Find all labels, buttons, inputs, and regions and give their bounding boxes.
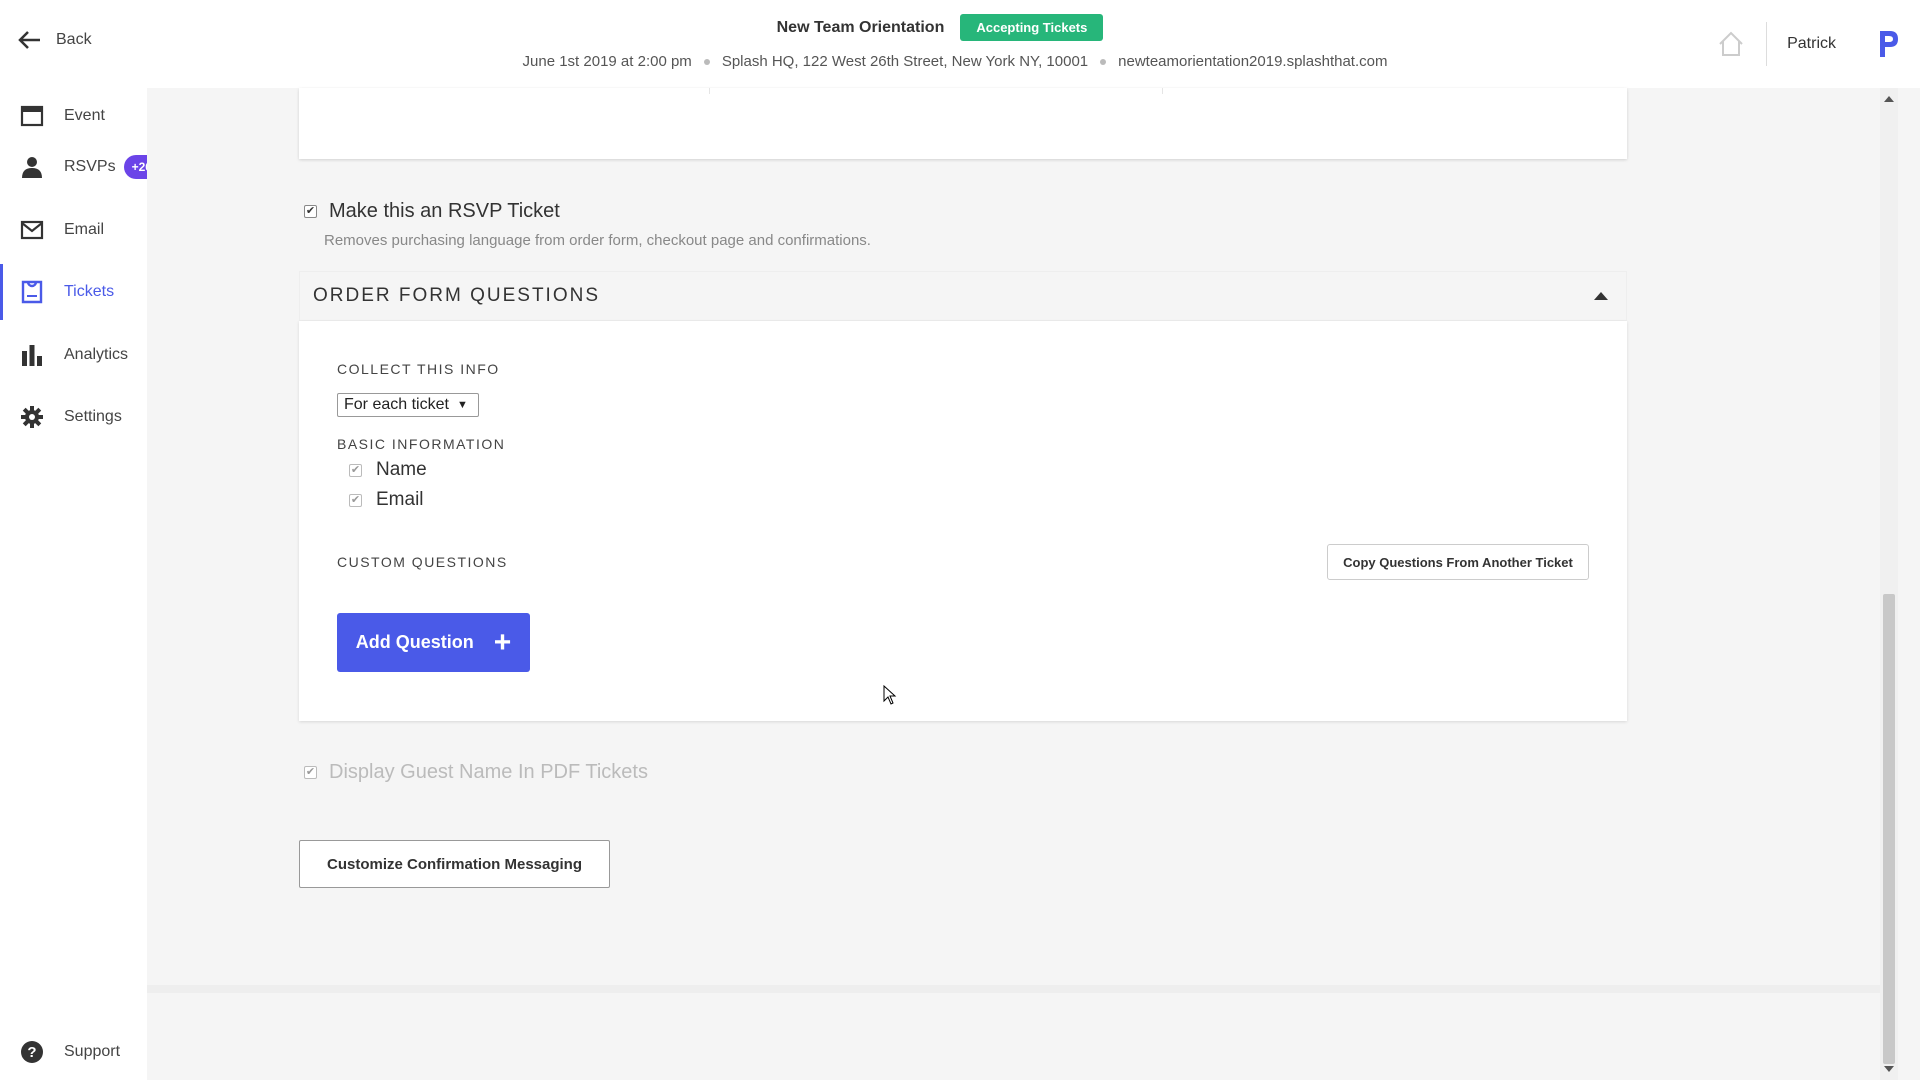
sidebar-item-event[interactable]: Event [0,88,147,144]
plus-icon: + [493,625,512,659]
column-divider [1162,88,1163,94]
scroll-down-icon[interactable] [1884,1066,1894,1072]
sidebar-item-label: Email [64,221,105,238]
page-scrollbar[interactable] [1880,88,1898,1080]
rsvp-ticket-option: ✔ Make this an RSVP Ticket [304,200,560,223]
custom-questions-label: CUSTOM QUESTIONS [337,554,508,570]
pdf-guest-name-label: Display Guest Name In PDF Tickets [329,761,648,783]
order-form-questions-panel: COLLECT THIS INFO For each ticket ▼ BASI… [299,321,1627,721]
svg-text:?: ? [27,1044,36,1061]
sidebar-item-email[interactable]: Email [0,202,147,258]
home-icon[interactable] [1716,29,1746,59]
pdf-guest-name-option: ✔ Display Guest Name In PDF Tickets [304,761,648,784]
footer-divider [147,985,1880,993]
gear-icon [21,406,43,428]
basic-item-label: Email [376,489,424,510]
support-link[interactable]: ? Support [0,1024,147,1080]
collect-info-select[interactable]: For each ticket ▼ [337,393,479,417]
add-question-label: Add Question [355,632,474,652]
main-content: ✔ Make this an RSVP Ticket Removes purch… [147,88,1880,1080]
sidebar-item-tickets[interactable]: Tickets [0,264,147,320]
user-icon [22,157,42,178]
bar-chart-icon [22,345,42,366]
sidebar-item-label: Tickets [64,283,115,300]
header-divider [1766,22,1768,66]
event-meta: June 1st 2019 at 2:00 pm Splash HQ, 122 … [0,53,1920,70]
order-form-questions-header[interactable]: ORDER FORM QUESTIONS [299,271,1627,321]
basic-item-email: ✔ Email [349,489,424,511]
sidebar-item-rsvps[interactable]: RSVPs +26 [0,139,160,195]
calendar-icon [20,105,44,127]
help-icon: ? [21,1041,43,1063]
sidebar-item-label: Settings [64,408,122,425]
dropdown-arrow-icon: ▼ [456,399,468,411]
event-title-row: New Team Orientation Accepting Tickets [0,14,1920,41]
basic-item-label: Name [376,459,427,480]
event-title: New Team Orientation [776,18,945,36]
scroll-up-icon[interactable] [1884,96,1894,102]
sidebar-item-label: Event [64,107,105,124]
status-badge: Accepting Tickets [960,14,1104,41]
user-name[interactable]: Patrick [1787,35,1836,53]
name-checkbox: ✔ [349,463,362,477]
column-divider [709,88,710,94]
rsvp-ticket-description: Removes purchasing language from order f… [324,232,871,249]
add-question-button[interactable]: Add Question + [337,613,530,672]
rsvp-ticket-checkbox[interactable]: ✔ [304,205,317,218]
basic-info-label: BASIC INFORMATION [337,436,506,452]
header-right: Patrick [1716,22,1900,66]
mouse-cursor-icon [883,685,897,705]
section-title: ORDER FORM QUESTIONS [313,285,601,306]
envelope-icon [20,220,44,240]
event-url[interactable]: newteamorientation2019.splashthat.com [1118,53,1387,70]
sidebar-item-label: RSVPs [64,158,116,175]
support-label: Support [64,1043,121,1060]
rsvp-ticket-label: Make this an RSVP Ticket [329,200,560,222]
sidebar-item-label: Analytics [64,346,129,363]
separator-dot [1100,58,1107,65]
select-value: For each ticket [344,396,449,413]
pdf-guest-name-checkbox[interactable]: ✔ [304,766,317,779]
brand-logo-icon [1880,31,1898,57]
scroll-thumb[interactable] [1883,594,1895,1064]
copy-questions-button[interactable]: Copy Questions From Another Ticket [1327,544,1589,580]
sidebar-item-analytics[interactable]: Analytics [0,327,147,383]
collect-info-label: COLLECT THIS INFO [337,361,500,377]
email-checkbox: ✔ [349,493,362,507]
event-date: June 1st 2019 at 2:00 pm [522,53,692,70]
ticket-details-card [299,88,1627,159]
sidebar-item-settings[interactable]: Settings [0,389,147,445]
ticket-icon [21,280,43,304]
customize-confirmation-button[interactable]: Customize Confirmation Messaging [299,840,610,888]
separator-dot [703,58,710,65]
top-header: Back New Team Orientation Accepting Tick… [0,0,1920,88]
sidebar: Event RSVPs +26 Email Tickets Analytics … [0,88,160,1080]
event-location: Splash HQ, 122 West 26th Street, New Yor… [721,53,1089,70]
collapse-caret-icon[interactable] [1594,292,1608,300]
basic-item-name: ✔ Name [349,459,427,481]
